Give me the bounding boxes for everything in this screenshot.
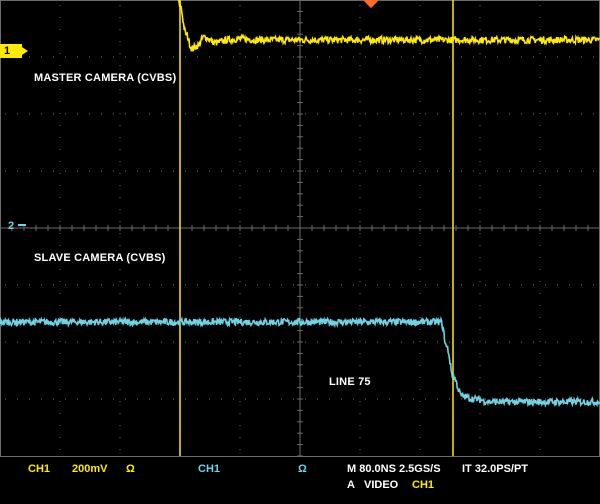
line-number-label: LINE 75 — [329, 376, 371, 388]
trigger-type-readout: VIDEO — [364, 479, 399, 491]
channel-2-marker[interactable]: 2 — [8, 220, 14, 232]
channel-1-arrow-icon — [22, 47, 28, 55]
timebase-readout: M 80.0NS 2.5GS/S — [347, 463, 441, 475]
ch2-ohm-icon: Ω — [298, 463, 307, 475]
ch1-ohm-icon: Ω — [126, 463, 135, 475]
ch1-scale-readout: 200mV — [72, 463, 108, 475]
ch1-name-readout: CH1 — [28, 463, 51, 475]
ch2-name-readout: CH1 — [198, 463, 221, 475]
master-camera-label: MASTER CAMERA (CVBS) — [34, 72, 177, 84]
channel-1-marker[interactable]: 1 — [0, 44, 22, 58]
trigger-channel-readout: CH1 — [412, 479, 435, 491]
interpolation-readout: IT 32.0PS/PT — [462, 463, 529, 475]
slave-camera-label: SLAVE CAMERA (CVBS) — [34, 252, 166, 264]
trigger-mode-readout: A — [347, 479, 355, 491]
oscilloscope-display: 1 2 MASTER CAMERA (CVBS) SLAVE CAMERA (C… — [0, 0, 600, 504]
channel-2-arrow-icon — [18, 224, 26, 226]
